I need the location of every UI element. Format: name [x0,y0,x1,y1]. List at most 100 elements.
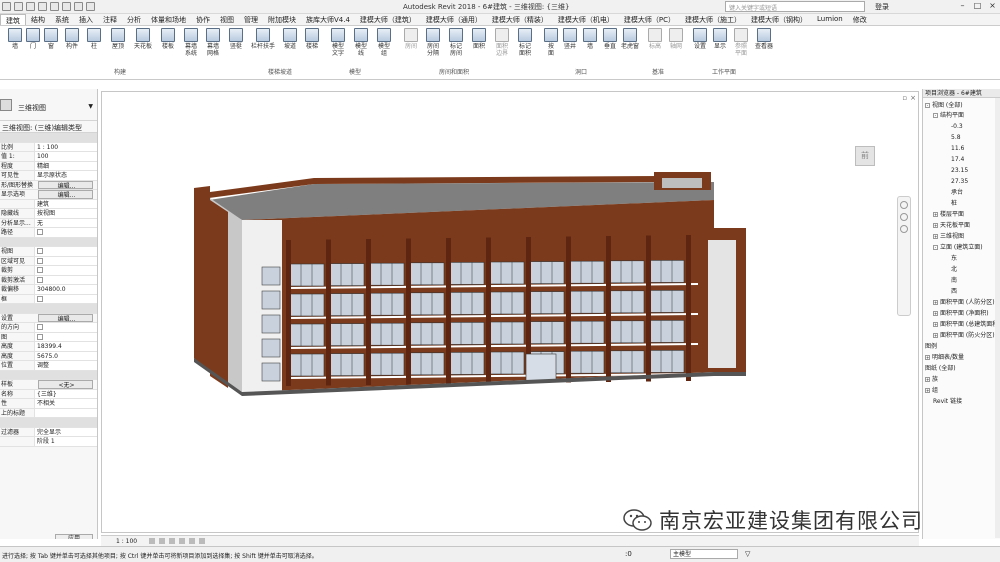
ribbon-tool-16[interactable]: 模型 组 [374,28,394,57]
property-checkbox[interactable] [37,257,43,264]
ribbon-tool-32[interactable]: 参照 平面 [731,28,751,57]
property-edit-button[interactable]: <无> [38,380,93,389]
ribbon-tool-17[interactable]: 房间 [401,28,421,50]
ribbon-tool-7[interactable]: 楼板 [158,28,178,50]
pan-icon[interactable] [900,225,908,233]
tab-7[interactable]: 协作 [191,14,215,25]
ribbon-tool-1[interactable]: 门 [23,28,43,50]
expand-toggle-icon[interactable]: + [933,311,938,316]
ribbon-tool-19[interactable]: 标记 房间 [446,28,466,57]
ribbon-tool-9[interactable]: 幕墙 网格 [203,28,223,57]
3d-view-canvas[interactable]: 前 ▫ × [101,91,919,533]
ribbon-tool-3[interactable]: 构件 [62,28,82,50]
minimize-icon[interactable]: – [957,1,968,11]
close-icon[interactable]: × [987,1,998,11]
ribbon-tool-4[interactable]: 柱 [84,28,104,50]
property-checkbox[interactable] [37,324,43,330]
property-value[interactable]: 无 [34,218,97,227]
crop-icon[interactable] [189,538,195,544]
expand-toggle-icon[interactable]: - [933,113,938,118]
ribbon-tool-25[interactable]: 墙 [580,28,600,50]
zoom-icon[interactable] [900,213,908,221]
instance-selector[interactable]: 三维视图: (三维) [2,123,54,133]
tab-17[interactable]: 建模大师（施工） [680,14,746,25]
ribbon-tool-12[interactable]: 坡道 [280,28,300,50]
property-checkbox[interactable] [37,276,43,283]
view-cube-front-face[interactable]: 前 [855,146,875,166]
model-selector[interactable]: 主模型 [670,549,738,559]
login-link[interactable]: 登录 [875,2,889,12]
chevron-down-icon[interactable]: ▼ [88,103,93,110]
property-value[interactable]: 按视图 [34,209,97,218]
tab-2[interactable]: 系统 [50,14,74,25]
property-value[interactable] [34,228,97,237]
ribbon-tool-26[interactable]: 垂直 [600,28,620,50]
property-value[interactable]: 调整 [34,361,97,370]
browser-node[interactable]: 17.4 [951,156,964,163]
ribbon-tool-18[interactable]: 房间 分隔 [423,28,443,57]
browser-node[interactable]: 5.8 [951,134,961,141]
ribbon-tool-15[interactable]: 模型 线 [351,28,371,57]
property-edit-button[interactable]: 编辑... [38,190,93,199]
tab-10[interactable]: 附加模块 [263,14,301,25]
ribbon-tool-23[interactable]: 按 面 [541,28,561,57]
view-cube[interactable]: 前 [845,136,885,176]
browser-node[interactable]: 图例 [925,343,937,350]
tab-13[interactable]: 建模大师（通用） [421,14,487,25]
browser-node[interactable]: -0.3 [951,123,963,130]
ribbon-tool-10[interactable]: 竖梃 [226,28,246,50]
browser-node[interactable]: 27.35 [951,178,968,185]
browser-node[interactable]: + 天花板平面 [933,222,970,229]
property-value[interactable]: 建筑 [34,199,97,208]
browser-node[interactable]: + 面积平面 (防火分区) [933,332,995,339]
browser-node[interactable]: 西 [951,288,957,295]
edit-type-button[interactable]: 编辑类型 [54,123,82,133]
browser-node[interactable]: 桩 [951,200,957,207]
revit-logo-icon[interactable] [2,2,11,11]
ribbon-tool-13[interactable]: 楼梯 [302,28,322,50]
measure-icon[interactable] [74,2,83,11]
ribbon-tool-6[interactable]: 天花板 [133,28,153,50]
print-icon[interactable] [62,2,71,11]
property-value[interactable]: 不相关 [34,399,97,408]
save-icon[interactable] [26,2,35,11]
browser-node[interactable]: + 楼层平面 [933,211,964,218]
property-value[interactable] [34,332,97,341]
browser-node[interactable]: 23.15 [951,167,968,174]
browser-node[interactable]: 南 [951,277,957,284]
hide-icon[interactable] [199,538,205,544]
apply-button[interactable]: 应用 [55,534,93,539]
detail-level-icon[interactable] [149,538,155,544]
browser-node[interactable]: Revit 链接 [933,398,962,405]
expand-toggle-icon[interactable]: + [933,322,938,327]
view-restore-icon[interactable]: ▫ [902,94,907,102]
property-value[interactable]: 1 : 100 [34,142,97,151]
sun-path-icon[interactable] [169,538,175,544]
ribbon-tool-30[interactable]: 设置 [690,28,710,50]
ribbon-tool-21[interactable]: 面积 边界 [492,28,512,57]
tab-16[interactable]: 建模大师（PC） [619,14,680,25]
property-value[interactable]: 阶段 1 [34,437,97,446]
ribbon-tool-20[interactable]: 面积 [469,28,489,50]
property-value[interactable] [34,247,97,256]
text-icon[interactable] [86,2,95,11]
browser-node[interactable]: - 视图 (全部) [925,102,963,109]
property-value[interactable]: {三维} [34,389,97,398]
property-checkbox[interactable] [37,267,43,273]
property-checkbox[interactable] [37,295,43,302]
browser-node[interactable]: 北 [951,266,957,273]
tab-1[interactable]: 结构 [26,14,50,25]
visual-style-icon[interactable] [159,538,165,544]
maximize-icon[interactable]: □ [972,1,983,11]
browser-node[interactable]: + 明细表/数量 [925,354,964,361]
browser-node[interactable]: + 三维视图 [933,233,964,240]
browser-scrollbar[interactable] [995,98,1000,538]
tab-0[interactable]: 建筑 [0,14,26,25]
ribbon-tool-8[interactable]: 幕墙 系统 [181,28,201,57]
expand-toggle-icon[interactable]: + [933,234,938,239]
tab-11[interactable]: 族库大师V4.4 [301,14,355,25]
tab-5[interactable]: 分析 [122,14,146,25]
ribbon-tool-22[interactable]: 标记 面积 [515,28,535,57]
filter-icon[interactable]: ▽ [745,550,750,558]
browser-node[interactable]: 东 [951,255,957,262]
